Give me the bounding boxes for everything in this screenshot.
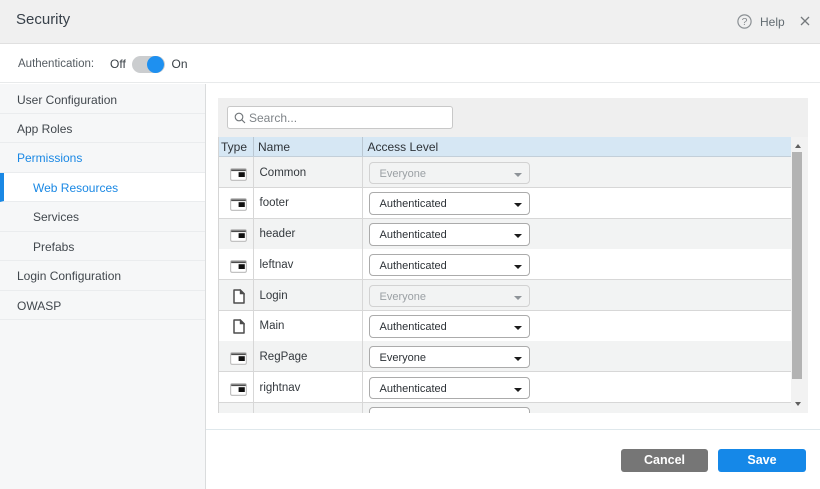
svg-text:?: ? [742,16,748,28]
